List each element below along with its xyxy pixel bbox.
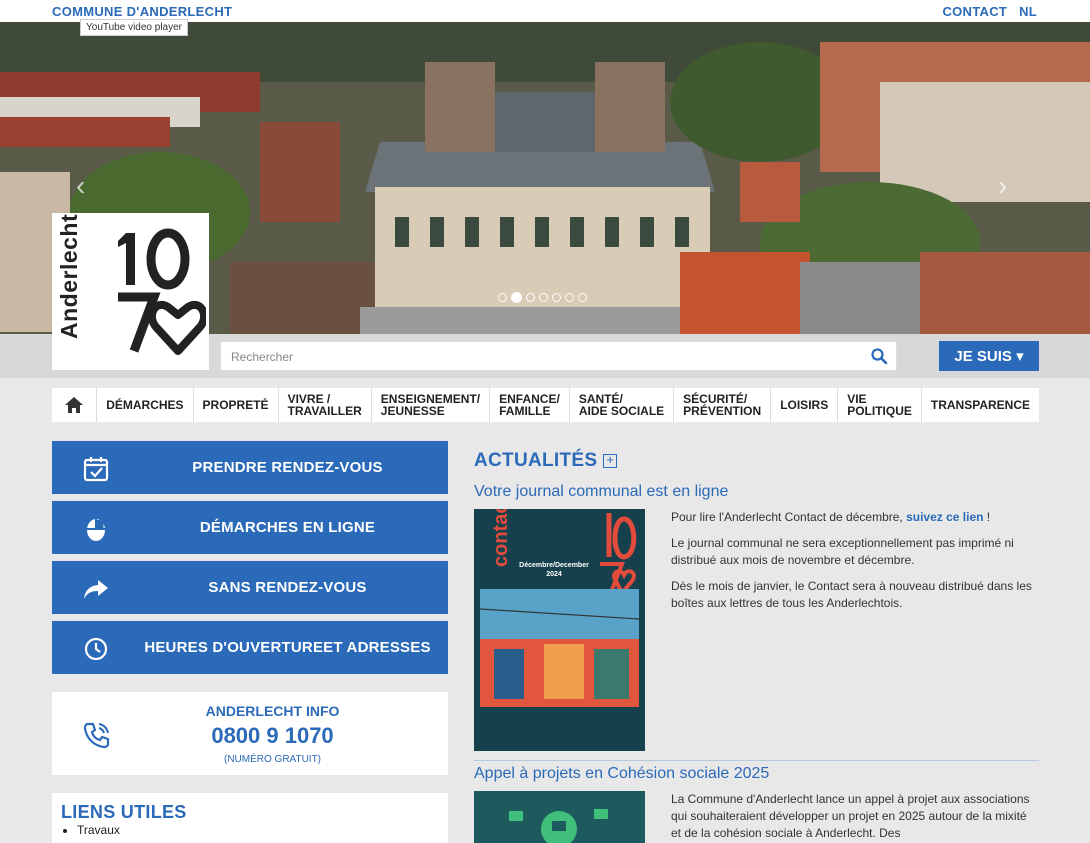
- carousel-dot[interactable]: [539, 293, 548, 302]
- calendar-check-icon: [82, 455, 110, 488]
- share-arrow-icon: [82, 575, 110, 608]
- article-title-journal[interactable]: Votre journal communal est en ligne: [474, 483, 728, 501]
- nav-item-label: ENFANCE/FAMILLE: [499, 392, 560, 418]
- plus-icon[interactable]: +: [603, 453, 618, 468]
- nav-item-propreté[interactable]: PROPRETÉ: [194, 388, 279, 422]
- nav-item-label: LOISIRS: [780, 398, 829, 412]
- article-paragraph: Le journal communal ne sera exceptionnel…: [671, 536, 1014, 567]
- nav-item-label: SÉCURITÉ/PRÉVENTION: [683, 392, 762, 418]
- hero-prev-arrow[interactable]: ‹: [76, 170, 85, 202]
- cohesion-image[interactable]: [474, 791, 645, 843]
- nav-item-label: VIVRE / TRAVAILLER: [287, 392, 362, 418]
- info-phone[interactable]: 0800 9 1070: [52, 723, 448, 749]
- liens-list: Travaux: [77, 823, 120, 837]
- je-suis-dropdown[interactable]: JE SUIS ▾: [939, 341, 1039, 371]
- clock-icon: [82, 635, 110, 668]
- search-placeholder: Rechercher: [231, 350, 294, 364]
- carousel-dots: [498, 292, 587, 303]
- anderlecht-info-box[interactable]: ANDERLECHT INFO 0800 9 1070 (NUMÉRO GRAT…: [52, 692, 448, 775]
- button-label: SANS RENDEZ-VOUS: [208, 578, 367, 596]
- liens-item-travaux[interactable]: Travaux: [77, 823, 120, 837]
- nav-item-démarches[interactable]: DÉMARCHES: [97, 388, 194, 422]
- nav-item-vivre[interactable]: VIVRE / TRAVAILLER: [279, 388, 372, 422]
- cohesion-art: [474, 791, 645, 843]
- nav-home[interactable]: [52, 388, 98, 422]
- nav-item-label: DÉMARCHES: [106, 398, 184, 412]
- nav-item-label: SANTÉ/AIDE SOCIALE: [578, 392, 665, 418]
- button-label: DÉMARCHES EN LIGNE: [199, 518, 376, 536]
- article-body-cohesion: La Commune d'Anderlecht lance un appel à…: [671, 791, 1039, 843]
- button-label: PRENDRE RENDEZ-VOUS: [192, 458, 383, 476]
- logo-word: Anderlecht: [56, 213, 82, 339]
- video-tooltip: YouTube video player: [80, 19, 188, 36]
- nav-item-label: PROPRETÉ: [202, 398, 269, 412]
- main-nav: DÉMARCHES PROPRETÉ VIVRE / TRAVAILLER ENSEIG…: [52, 388, 1039, 422]
- article-paragraph: La Commune d'Anderlecht lance un appel à…: [671, 792, 1030, 840]
- carousel-dot[interactable]: [552, 293, 561, 302]
- demarches-en-ligne-button[interactable]: DÉMARCHES EN LIGNE: [52, 501, 448, 554]
- nav-item-loisirs[interactable]: LOISIRS: [771, 388, 839, 422]
- heures-ouverture-button[interactable]: HEURES D'OUVERTURE ET ADRESSES: [52, 621, 448, 674]
- carousel-dot[interactable]: [565, 293, 574, 302]
- search-input[interactable]: Rechercher: [220, 341, 897, 371]
- button-label: HEURES D'OUVERTURE ET ADRESSES: [144, 638, 431, 656]
- nav-item-enfance[interactable]: ENFANCE/FAMILLE: [490, 388, 570, 422]
- nav-item-label: ENSEIGNEMENT/JEUNESSE: [380, 392, 481, 418]
- home-icon: [65, 397, 84, 413]
- hero-next-arrow[interactable]: ›: [998, 170, 1007, 202]
- sans-rendez-vous-button[interactable]: SANS RENDEZ-VOUS: [52, 561, 448, 614]
- article-paragraph: Dès le mois de janvier, le Contact sera …: [671, 579, 1032, 610]
- nav-item-sécurité[interactable]: SÉCURITÉ/PRÉVENTION: [674, 388, 772, 422]
- site-logo[interactable]: Anderlecht: [52, 213, 209, 370]
- journal-cover-image[interactable]: contact Décembre/December 2024: [474, 509, 645, 751]
- contact-link[interactable]: CONTACT: [942, 4, 1007, 19]
- liens-title: LIENS UTILES: [61, 802, 187, 822]
- nav-item-label: VIE POLITIQUE: [847, 392, 912, 418]
- search-icon[interactable]: [870, 347, 888, 370]
- mouse-icon: [82, 515, 110, 548]
- language-nl-link[interactable]: NL: [1019, 4, 1037, 19]
- carousel-dot[interactable]: [526, 293, 535, 302]
- cover-date: Décembre/December 2024: [519, 562, 589, 578]
- prendre-rendez-vous-button[interactable]: PRENDRE RENDEZ-VOUS: [52, 441, 448, 494]
- carousel-dot[interactable]: [578, 293, 587, 302]
- liens-utiles-box: LIENS UTILES Travaux: [52, 793, 448, 843]
- nav-item-santé[interactable]: SANTÉ/AIDE SOCIALE: [570, 388, 675, 422]
- nav-item-transparence[interactable]: TRANSPARENCE: [922, 388, 1039, 422]
- carousel-dot[interactable]: [511, 292, 522, 303]
- article-title-cohesion[interactable]: Appel à projets en Cohésion sociale 2025: [474, 765, 769, 783]
- info-note: (NUMÉRO GRATUIT): [223, 754, 322, 765]
- nav-item-label: TRANSPARENCE: [930, 398, 1030, 412]
- carousel-dot[interactable]: [498, 293, 507, 302]
- article-divider: [474, 760, 1039, 761]
- article-body-journal: Pour lire l'Anderlecht Contact de décemb…: [671, 509, 1039, 621]
- top-links: CONTACT NL: [934, 4, 1037, 19]
- info-title: ANDERLECHT INFO: [205, 703, 340, 719]
- actualites-heading[interactable]: ACTUALITÉS +: [474, 450, 618, 472]
- cover-title: contact: [490, 509, 512, 567]
- actualites-title: ACTUALITÉS: [474, 450, 598, 471]
- nav-item-enseignement[interactable]: ENSEIGNEMENT/JEUNESSE: [372, 388, 491, 422]
- site-name[interactable]: COMMUNE D'ANDERLECHT: [52, 4, 232, 19]
- suivez-ce-lien-link[interactable]: suivez ce lien: [906, 510, 983, 524]
- nav-item-vie[interactable]: VIE POLITIQUE: [838, 388, 922, 422]
- logo-mark: [118, 228, 206, 355]
